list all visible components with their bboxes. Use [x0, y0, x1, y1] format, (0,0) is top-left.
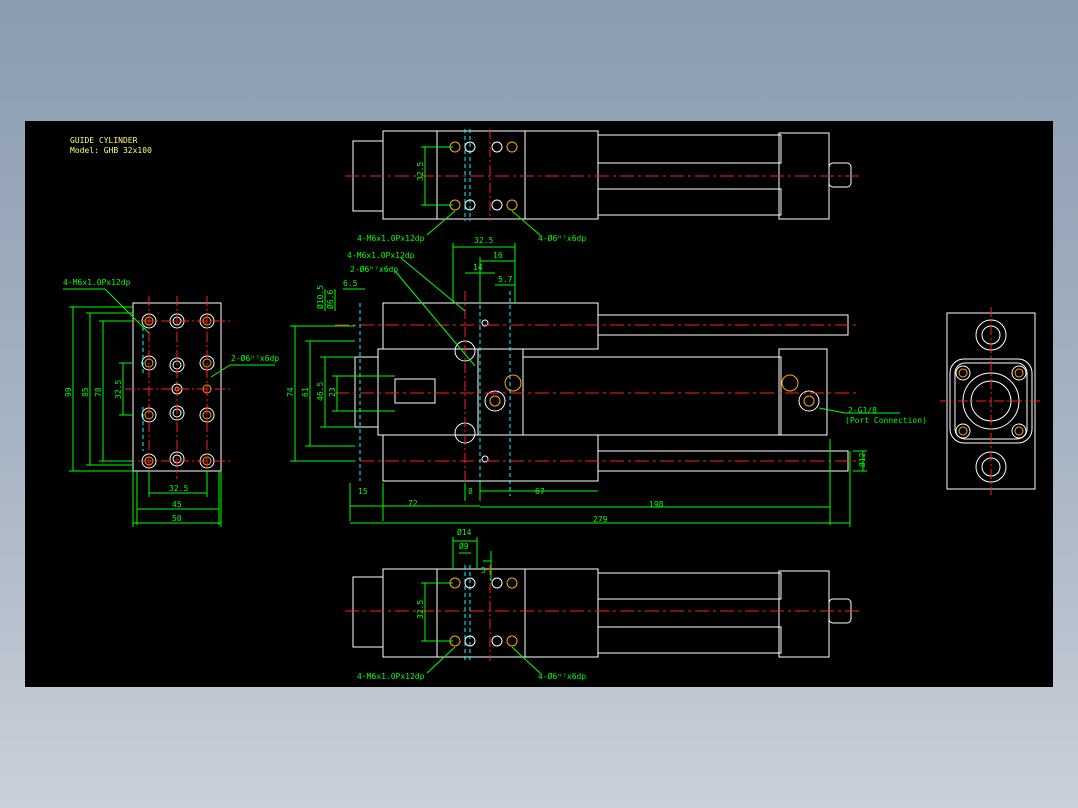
- side-callout-tap: 4-M6x1.0Px12dp: [63, 278, 131, 287]
- bottom-callout-pin: 4-Ø6ᴴ⁷x6dp: [538, 671, 586, 681]
- bottom-dim-dia-14: Ø14: [457, 527, 472, 537]
- side-dim-78: 78: [94, 387, 103, 397]
- side-callout-pin: 2-Ø6ᴴ⁷x6dp: [231, 353, 279, 363]
- side-dim-50: 50: [172, 514, 182, 523]
- front-dim-15: 15: [358, 487, 368, 496]
- top-view: [345, 129, 860, 236]
- front-dim-23: 23: [328, 387, 337, 397]
- front-dim-32-5: 32.5: [474, 236, 493, 245]
- front-rod-fitting-icon: [781, 374, 799, 392]
- front-dim-279: 279: [593, 515, 608, 524]
- front-port-block: [477, 348, 524, 436]
- front-dim-198: 198: [649, 500, 664, 509]
- front-dim-72: 72: [408, 499, 418, 508]
- front-dim-16: 16: [493, 251, 503, 260]
- bottom-dim-dia-9: Ø9: [459, 541, 469, 551]
- side-dim-32-5-vertical: 32.5: [114, 380, 123, 399]
- front-callout-tap: 4-M6x1.0Px12dp: [347, 251, 415, 260]
- bottom-upper-rod: [597, 572, 782, 600]
- bottom-tap-hole-icon: [449, 577, 476, 647]
- front-mount-plate: [354, 356, 379, 428]
- drawing-sheet: GUIDE CYLINDER Model: GHB 32x100 32.5 4-…: [25, 121, 1053, 687]
- front-port-note: (Port Connection): [845, 416, 927, 425]
- front-dim-14: 14: [473, 263, 483, 272]
- bottom-rod-plate: [778, 570, 830, 658]
- bottom-pin-hole-icon: [491, 577, 518, 647]
- front-center-block: [377, 348, 479, 436]
- front-view: [290, 243, 900, 527]
- bottom-dim-5: 5: [481, 566, 486, 575]
- cad-drawing: GUIDE CYLINDER Model: GHB 32x100 32.5 4-…: [63, 129, 1043, 681]
- side-dim-32-5-horizontal: 32.5: [169, 484, 188, 493]
- front-lower-body: [382, 434, 599, 482]
- front-dim-61: 61: [301, 387, 310, 397]
- front-upper-body: [382, 302, 599, 350]
- drawing-title: GUIDE CYLINDER: [70, 136, 138, 145]
- front-dim-dia-6-6: Ø6.6: [325, 290, 335, 309]
- side-dim-85: 85: [81, 387, 90, 397]
- bottom-end-plate: [352, 576, 384, 648]
- front-rod-fitting: [394, 378, 436, 404]
- side-dim-45: 45: [172, 500, 182, 509]
- bottom-lower-rod: [597, 626, 782, 654]
- bottom-callout-tap: 4-M6x1.0Px12dp: [357, 672, 425, 681]
- front-dim-67: 67: [535, 487, 545, 496]
- top-lower-rod: [597, 188, 782, 216]
- front-callout-port: 2-G1/8: [848, 406, 877, 415]
- front-dim-6-5: 6.5: [343, 279, 358, 288]
- front-cylinder-tube: [522, 356, 782, 436]
- side-dim-99: 99: [64, 387, 73, 397]
- top-upper-rod: [597, 134, 782, 164]
- front-dim-dia-10-5: Ø10.5: [315, 285, 325, 309]
- top-dim-32-5: 32.5: [416, 162, 425, 181]
- top-callout-tap: 4-M6x1.0Px12dp: [357, 234, 425, 243]
- end-view: [940, 307, 1043, 495]
- front-dim-8: 8: [468, 487, 473, 496]
- front-dim-46-5: 46.5: [316, 382, 325, 401]
- front-rod-plate: [778, 348, 828, 436]
- front-dim-5-7: 5.7: [498, 275, 513, 284]
- top-piston-rod-end: [828, 162, 852, 188]
- front-port-icon: [484, 390, 506, 412]
- front-dim-74: 74: [286, 387, 295, 397]
- top-callout-pin: 4-Ø6ᴴ⁷x6dp: [538, 233, 586, 243]
- front-callout-pin: 2-Ø6ᴴ⁷x6dp: [350, 264, 398, 274]
- front-rod-port-icon: [798, 390, 820, 412]
- model-number: Model: GHB 32x100: [70, 146, 152, 155]
- bottom-dim-32-5: 32.5: [416, 600, 425, 619]
- front-fitting-icon: [504, 374, 522, 392]
- front-dim-dia-12: Ø12: [857, 452, 867, 467]
